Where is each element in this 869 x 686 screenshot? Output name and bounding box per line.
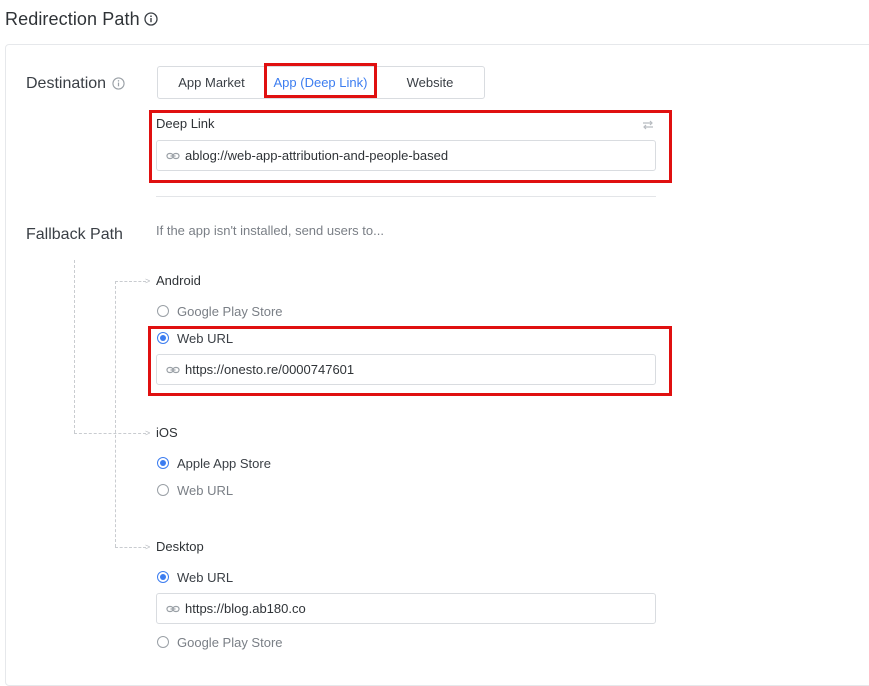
radio-desktop-google-play[interactable]	[157, 636, 169, 648]
radio-ios-apple-app-store[interactable]	[157, 457, 169, 469]
radio-label: Web URL	[177, 570, 234, 585]
fallback-hint: If the app isn't installed, send users t…	[156, 223, 384, 238]
highlight-box-tab	[264, 63, 377, 98]
tab-app-market[interactable]: App Market	[158, 67, 265, 98]
connector-arrow-icon: >	[145, 428, 151, 438]
tree-line	[115, 547, 146, 548]
highlight-box-deep-link	[149, 110, 672, 183]
highlight-box-android-web-url	[148, 326, 672, 396]
radio-desktop-web-url[interactable]	[157, 571, 169, 583]
ios-label: iOS	[156, 425, 178, 440]
tree-line	[74, 433, 146, 434]
tab-website[interactable]: Website	[376, 67, 484, 98]
radio-ios-web-url[interactable]	[157, 484, 169, 496]
radio-label: Google Play Store	[177, 635, 283, 650]
tree-line	[115, 281, 146, 282]
fallback-path-label: Fallback Path	[26, 226, 123, 243]
info-circle-icon[interactable]	[112, 77, 125, 90]
info-circle-icon[interactable]	[144, 12, 158, 26]
radio-label: Web URL	[177, 483, 234, 498]
tree-line	[115, 281, 116, 547]
android-label: Android	[156, 273, 201, 288]
radio-android-google-play[interactable]	[157, 305, 169, 317]
desktop-url-value: https://blog.ab180.co	[185, 601, 306, 616]
desktop-label: Desktop	[156, 539, 204, 554]
divider	[156, 196, 656, 197]
radio-label: Apple App Store	[177, 456, 271, 471]
radio-label: Google Play Store	[177, 304, 283, 319]
desktop-url-input[interactable]: https://blog.ab180.co	[156, 593, 656, 624]
destination-label: Destination	[26, 75, 107, 92]
connector-arrow-icon: >	[145, 276, 151, 286]
link-icon	[166, 605, 180, 613]
tree-line	[74, 260, 75, 433]
connector-arrow-icon: >	[145, 542, 151, 552]
page-title: Redirection Path	[5, 9, 140, 29]
